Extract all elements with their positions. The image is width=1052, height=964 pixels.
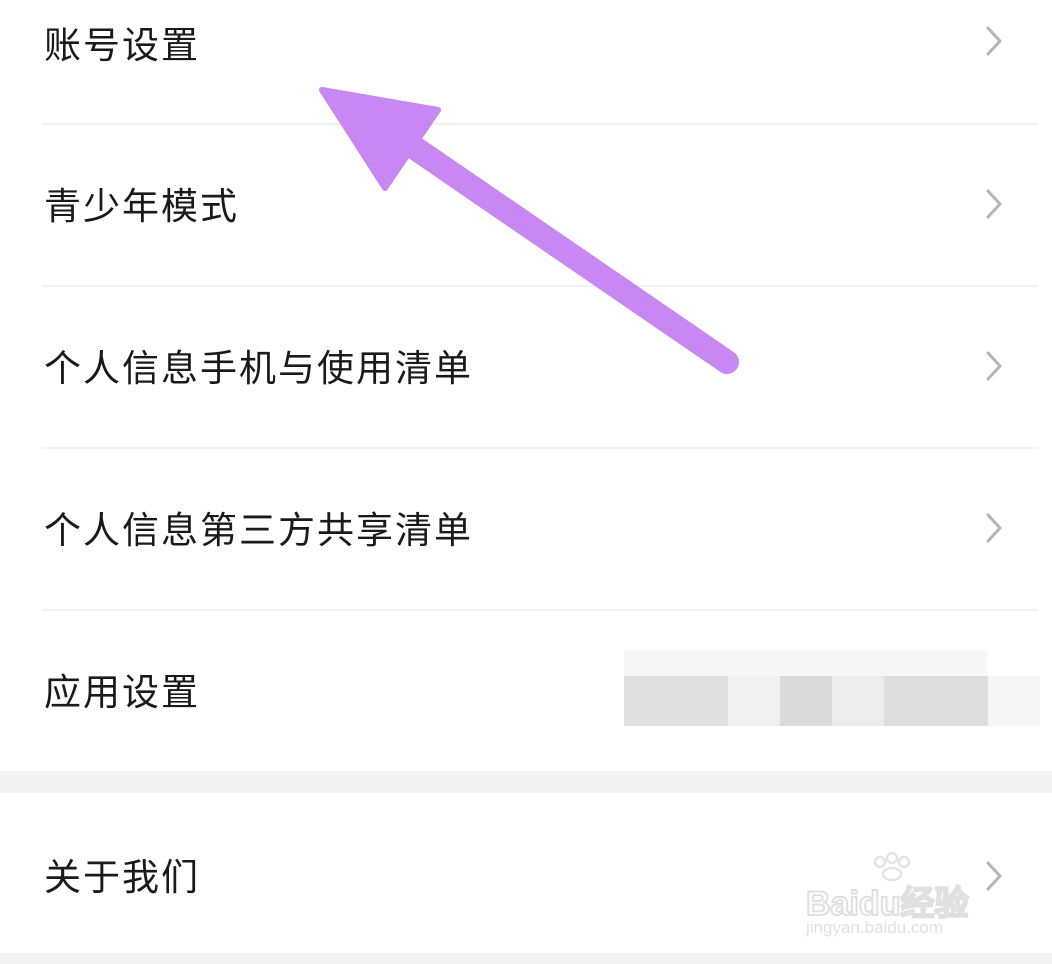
watermark-url: jingyan.baidu.com <box>806 918 944 937</box>
chevron-right-icon <box>986 351 1002 381</box>
settings-item-label: 青少年模式 <box>44 185 239 228</box>
settings-item-account[interactable]: 账号设置 <box>0 0 1052 124</box>
settings-item-personal-info-collection[interactable]: 个人信息手机与使用清单 <box>0 287 1052 447</box>
settings-item-teen-mode[interactable]: 青少年模式 <box>0 125 1052 285</box>
settings-item-label: 个人信息手机与使用清单 <box>44 347 473 390</box>
settings-item-third-party-sharing[interactable]: 个人信息第三方共享清单 <box>0 449 1052 609</box>
settings-item-label: 个人信息第三方共享清单 <box>44 509 473 552</box>
section-gap <box>0 771 1052 793</box>
settings-item-label: 关于我们 <box>44 856 200 899</box>
chevron-right-icon <box>986 513 1002 543</box>
baidu-jingyan-watermark: Baidu经验 jingyan.baidu.com <box>805 852 1006 944</box>
chevron-right-icon <box>986 189 1002 219</box>
settings-item-label: 应用设置 <box>44 671 200 714</box>
bottom-gap <box>0 953 1052 964</box>
settings-item-label: 账号设置 <box>44 24 200 67</box>
chevron-right-icon <box>986 26 1002 56</box>
